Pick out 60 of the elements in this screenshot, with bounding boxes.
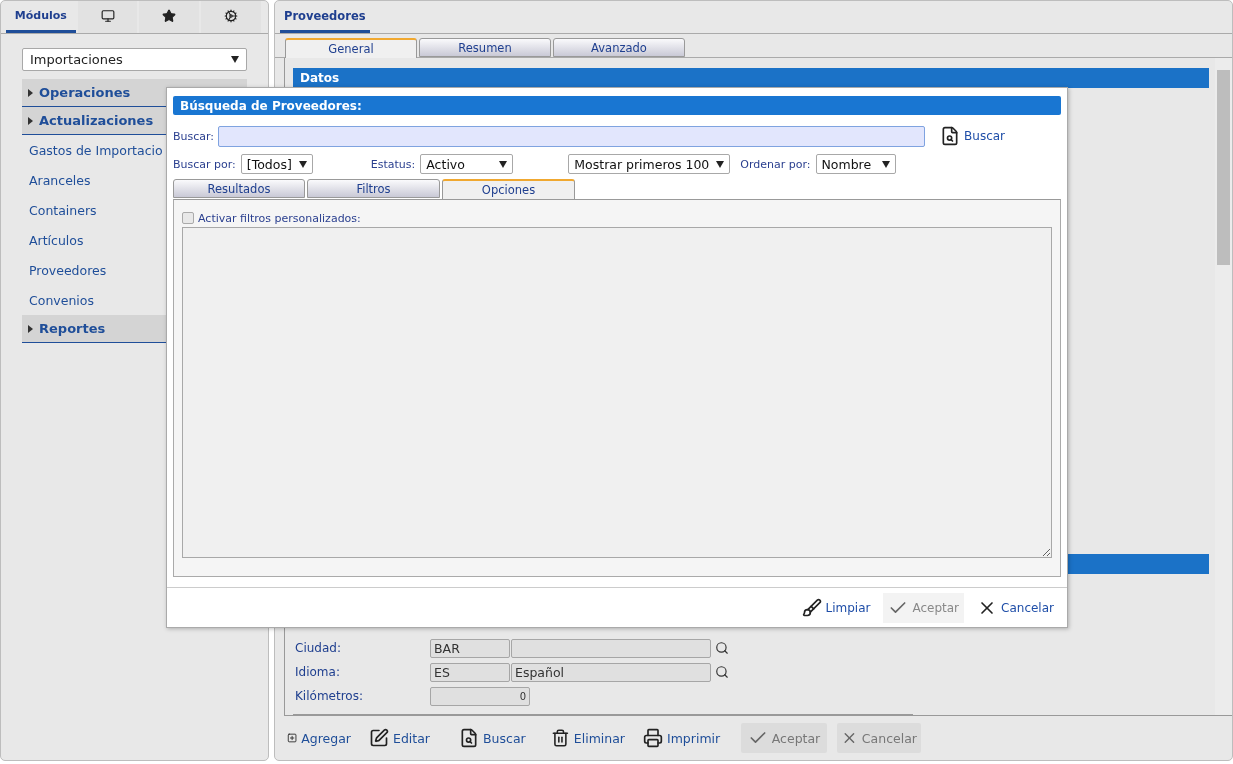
- tab[interactable]: Opciones: [442, 179, 575, 199]
- filter-label: Buscar por:: [173, 157, 236, 171]
- dropdown-caret-icon: [881, 160, 890, 168]
- code-field[interactable]: ES: [430, 662, 510, 682]
- cancel-button[interactable]: Cancelar: [972, 592, 1059, 623]
- gears-tab[interactable]: [201, 1, 261, 33]
- dropdown-caret-icon: [298, 160, 307, 168]
- filter-select[interactable]: Activo: [420, 154, 514, 174]
- star-tab[interactable]: [139, 1, 200, 33]
- tab[interactable]: Filtros: [307, 179, 440, 198]
- delete-button[interactable]: Eliminar: [547, 723, 629, 753]
- code-field[interactable]: BAR: [430, 638, 510, 658]
- search-icon: [459, 728, 479, 748]
- search-icon[interactable]: [715, 665, 729, 679]
- settings-icon: [224, 8, 239, 23]
- checkbox-label: Activar filtros personalizados:: [198, 211, 361, 225]
- field-label: Idioma:: [295, 665, 341, 679]
- brush-icon: [801, 597, 822, 618]
- modules-tab[interactable]: Módulos: [6, 1, 76, 33]
- field-label: Ciudad:: [295, 641, 342, 655]
- star-icon: [162, 8, 177, 23]
- page-tab[interactable]: Proveedores: [280, 1, 370, 33]
- name-field[interactable]: Español: [511, 662, 711, 682]
- search-button[interactable]: Buscar: [455, 723, 537, 753]
- printer-icon: [643, 728, 663, 748]
- caret-icon: [28, 88, 33, 97]
- search-field[interactable]: [218, 125, 926, 147]
- clear-button[interactable]: Limpiar: [796, 592, 876, 623]
- dropdown-caret-icon: [231, 56, 239, 63]
- search-icon: [940, 126, 961, 146]
- dialog-title: Búsqueda de Proveedores:: [173, 96, 1061, 115]
- caret-icon: [28, 324, 33, 333]
- print-button[interactable]: Imprimir: [639, 723, 731, 753]
- filter-select[interactable]: Nombre: [815, 154, 896, 174]
- tab[interactable]: Resumen: [419, 38, 551, 57]
- tab[interactable]: Resultados: [173, 179, 305, 198]
- monitor-tab[interactable]: [77, 1, 138, 33]
- monitor-icon: [100, 8, 115, 23]
- tab[interactable]: Avanzado: [553, 38, 685, 57]
- trash-icon: [551, 728, 570, 748]
- section-header: Datos: [293, 68, 1209, 88]
- edit-button[interactable]: Editar: [365, 723, 445, 753]
- dropdown-caret-icon: [716, 160, 725, 168]
- search-icon[interactable]: [715, 641, 729, 655]
- number-field[interactable]: 0: [430, 686, 530, 706]
- filter-select[interactable]: [Todos]: [240, 154, 313, 174]
- name-field[interactable]: [511, 638, 711, 658]
- edit-icon: [369, 728, 389, 748]
- tab[interactable]: General: [285, 38, 417, 58]
- filter-label: Ordenar por:: [740, 157, 811, 171]
- caret-icon: [28, 116, 33, 125]
- filter-select[interactable]: Mostrar primeros 100: [568, 154, 731, 174]
- dropdown-caret-icon: [499, 160, 508, 168]
- checkbox[interactable]: [182, 212, 194, 224]
- add-button[interactable]: Agregar: [283, 723, 355, 753]
- module-select[interactable]: Importaciones: [22, 48, 247, 71]
- field-label: Kilómetros:: [295, 689, 364, 703]
- scrollbar[interactable]: [1215, 58, 1232, 715]
- search-button[interactable]: Buscar: [935, 121, 1011, 151]
- filter-label: Estatus:: [370, 157, 416, 171]
